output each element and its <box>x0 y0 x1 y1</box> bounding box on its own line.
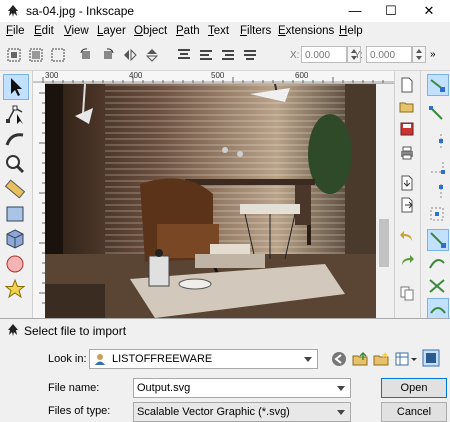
cancel-button[interactable]: Cancel <box>381 402 447 422</box>
user-folder-icon <box>95 354 105 365</box>
snap-smooth-nodes-icon[interactable] <box>427 298 449 320</box>
tool-controls-bar: X: 0.000 Y: 0.000 » <box>0 42 450 71</box>
file-name-label: File name: <box>48 382 100 394</box>
menu-help[interactable]: Help <box>339 25 363 37</box>
rotate-ccw-icon[interactable] <box>78 47 94 63</box>
snap-bbox-icon[interactable] <box>427 104 447 124</box>
snap-bbox-center-icon[interactable] <box>427 204 447 224</box>
snap-bbox-midpoint-icon[interactable] <box>427 181 447 201</box>
y-input[interactable]: 0.000 <box>366 46 412 63</box>
chevron-down-icon <box>337 386 345 391</box>
x-input[interactable]: 0.000 <box>301 46 347 63</box>
chevron-down-icon <box>304 357 312 362</box>
file-name-value: Output.svg <box>137 382 191 394</box>
inkscape-logo-icon <box>8 5 18 17</box>
close-button[interactable]: ✕ <box>410 0 448 22</box>
select-all-icon[interactable] <box>6 47 22 63</box>
toolbox <box>0 71 33 318</box>
file-type-select[interactable]: Scalable Vector Graphic (*.svg) <box>133 402 351 422</box>
ruler-mark: 400 <box>129 71 143 80</box>
lower-to-bottom-icon[interactable] <box>242 47 258 63</box>
toolbar-overflow-icon[interactable]: » <box>430 49 436 60</box>
menu-text[interactable]: Text <box>208 25 229 37</box>
lower-icon[interactable] <box>220 47 236 63</box>
maximize-button[interactable]: ☐ <box>372 0 410 22</box>
minimize-button[interactable]: — <box>336 0 374 22</box>
redo-icon[interactable] <box>399 253 415 269</box>
look-in-label: Look in: <box>48 353 87 365</box>
raise-icon[interactable] <box>198 47 214 63</box>
measure-tool-icon[interactable] <box>3 177 27 201</box>
up-folder-icon[interactable] <box>352 351 368 367</box>
x-label: X: <box>290 50 300 61</box>
import-icon[interactable] <box>399 175 415 191</box>
preview-toggle-icon[interactable] <box>422 349 440 367</box>
window-title: sa-04.jpg - Inkscape <box>26 4 135 18</box>
3d-box-tool-icon[interactable] <box>3 227 27 251</box>
ruler-ticks <box>39 92 45 304</box>
title-bar: sa-04.jpg - Inkscape — ☐ ✕ <box>0 0 450 22</box>
y-label: Y: <box>354 50 363 61</box>
menu-edit[interactable]: Edit <box>34 25 54 37</box>
copy-icon[interactable] <box>399 285 415 301</box>
menu-object[interactable]: Object <box>134 25 167 37</box>
menu-file[interactable]: File <box>6 25 25 37</box>
horizontal-ruler: 300 400 500 600 <box>33 71 397 84</box>
tweak-tool-icon[interactable] <box>3 127 27 151</box>
snap-bbox-edge-icon[interactable] <box>427 131 447 151</box>
menu-layer[interactable]: Layer <box>97 25 126 37</box>
commands-bar <box>394 71 419 318</box>
select-all-layers-icon[interactable] <box>28 47 44 63</box>
ruler-mark: 600 <box>295 71 309 80</box>
snap-toggle-icon[interactable] <box>427 74 449 96</box>
open-folder-icon[interactable] <box>399 99 415 115</box>
back-icon[interactable] <box>331 351 347 367</box>
print-icon[interactable] <box>399 145 415 161</box>
chevron-down-icon <box>337 410 345 415</box>
file-type-value: Scalable Vector Graphic (*.svg) <box>137 406 290 418</box>
snap-bbox-corner-icon[interactable] <box>427 156 447 176</box>
flip-vertical-icon[interactable] <box>144 47 160 63</box>
snap-controls-bar <box>420 71 450 320</box>
snap-intersections-icon[interactable] <box>427 276 447 296</box>
scrollbar-thumb[interactable] <box>379 219 389 267</box>
export-icon[interactable] <box>399 197 415 213</box>
selector-tool-icon[interactable] <box>3 74 29 100</box>
look-in-select[interactable]: LISTOFFREEWARE <box>89 349 318 369</box>
rectangle-tool-icon[interactable] <box>3 202 27 226</box>
y-spinner[interactable] <box>412 46 426 63</box>
file-name-input[interactable]: Output.svg <box>133 378 351 398</box>
import-dialog: Select file to import Look in: LISTOFFRE… <box>0 318 450 422</box>
menu-filters[interactable]: Filters <box>240 25 271 37</box>
deselect-icon[interactable] <box>50 47 66 63</box>
look-in-value: LISTOFFREEWARE <box>112 353 213 365</box>
ellipse-tool-icon[interactable] <box>3 252 27 276</box>
open-button[interactable]: Open <box>381 378 447 398</box>
zoom-tool-icon[interactable] <box>3 152 27 176</box>
raise-to-top-icon[interactable] <box>176 47 192 63</box>
star-tool-icon[interactable] <box>3 277 27 301</box>
node-tool-icon[interactable] <box>3 102 27 126</box>
save-icon[interactable] <box>399 121 415 137</box>
snap-paths-icon[interactable] <box>427 253 447 273</box>
flip-horizontal-icon[interactable] <box>122 47 138 63</box>
imported-photo <box>45 84 376 318</box>
canvas[interactable] <box>45 84 376 318</box>
dialog-title: Select file to import <box>24 324 127 338</box>
ruler-mark: 300 <box>45 71 59 80</box>
vertical-scrollbar[interactable] <box>376 84 392 318</box>
undo-icon[interactable] <box>399 229 415 245</box>
menu-bar: File Edit View Layer Object Path Text Fi… <box>0 22 450 42</box>
ruler-mark: 500 <box>211 71 225 80</box>
file-type-label: Files of type: <box>48 405 111 417</box>
view-menu-icon[interactable] <box>395 351 417 367</box>
inkscape-logo-icon <box>8 324 18 336</box>
menu-view[interactable]: View <box>64 25 89 37</box>
menu-extensions[interactable]: Extensions <box>278 25 334 37</box>
new-document-icon[interactable] <box>399 77 415 93</box>
menu-path[interactable]: Path <box>176 25 200 37</box>
new-folder-icon[interactable] <box>373 351 389 367</box>
rotate-cw-icon[interactable] <box>100 47 116 63</box>
snap-nodes-icon[interactable] <box>427 229 449 251</box>
